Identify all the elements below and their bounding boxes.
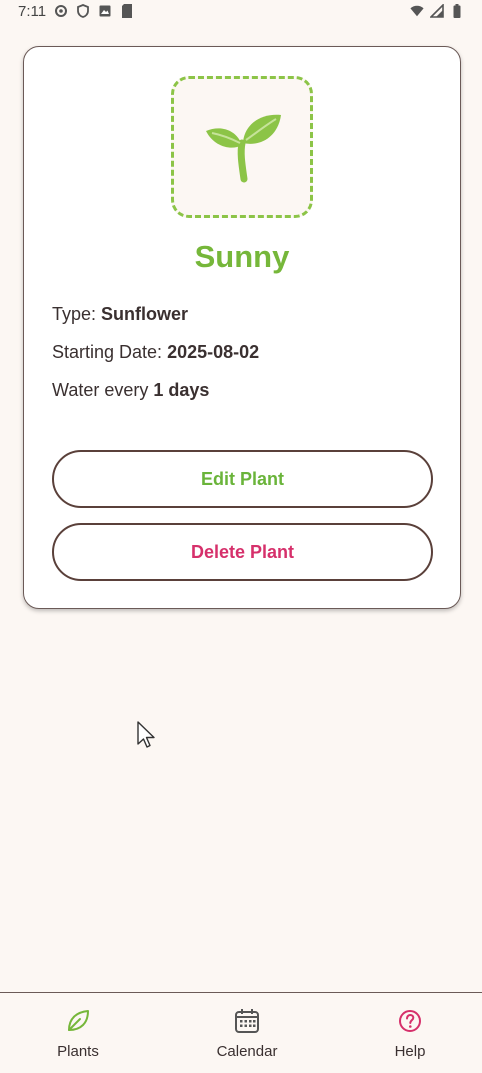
leaf-icon <box>64 1007 92 1035</box>
help-icon <box>396 1007 424 1035</box>
status-time: 7:11 <box>18 2 47 20</box>
photo-icon <box>98 4 112 18</box>
type-value: Sunflower <box>101 304 189 324</box>
sprout-icon <box>202 105 282 190</box>
start-date-label: Starting Date: <box>52 342 163 362</box>
status-right <box>410 4 464 18</box>
settings-icon <box>54 4 68 18</box>
bottom-navigation: Plants Calendar Help <box>0 992 482 1073</box>
plant-detail-card: Sunny Type: Sunflower Starting Date: 202… <box>23 46 461 609</box>
nav-label-plants: Plants <box>57 1043 99 1060</box>
status-left: 7:11 <box>18 3 134 20</box>
battery-icon <box>450 4 464 18</box>
status-bar: 7:11 <box>0 0 482 22</box>
nav-item-plants[interactable]: Plants <box>18 1007 138 1060</box>
calendar-icon <box>233 1007 261 1035</box>
nav-item-help[interactable]: Help <box>350 1007 470 1060</box>
edit-plant-button[interactable]: Edit Plant <box>52 450 433 508</box>
nav-label-calendar: Calendar <box>216 1043 278 1060</box>
plant-type-row: Type: Sunflower <box>52 304 188 325</box>
shield-icon <box>76 4 90 18</box>
delete-plant-button[interactable]: Delete Plant <box>52 523 433 581</box>
plant-name: Sunny <box>194 239 290 274</box>
mouse-cursor-icon <box>136 720 158 750</box>
plant-water-row: Water every 1 days <box>52 380 209 401</box>
water-value: 1 days <box>153 380 210 400</box>
plant-start-date-row: Starting Date: 2025-08-02 <box>52 342 259 363</box>
water-label: Water every <box>52 380 149 400</box>
plant-photo[interactable] <box>171 76 313 218</box>
signal-icon <box>430 4 444 18</box>
wifi-icon <box>410 4 424 18</box>
nav-label-help: Help <box>394 1043 426 1060</box>
sim-card-icon <box>120 4 134 18</box>
start-date-value: 2025-08-02 <box>167 342 260 362</box>
type-label: Type: <box>52 304 97 324</box>
nav-item-calendar[interactable]: Calendar <box>187 1007 307 1060</box>
